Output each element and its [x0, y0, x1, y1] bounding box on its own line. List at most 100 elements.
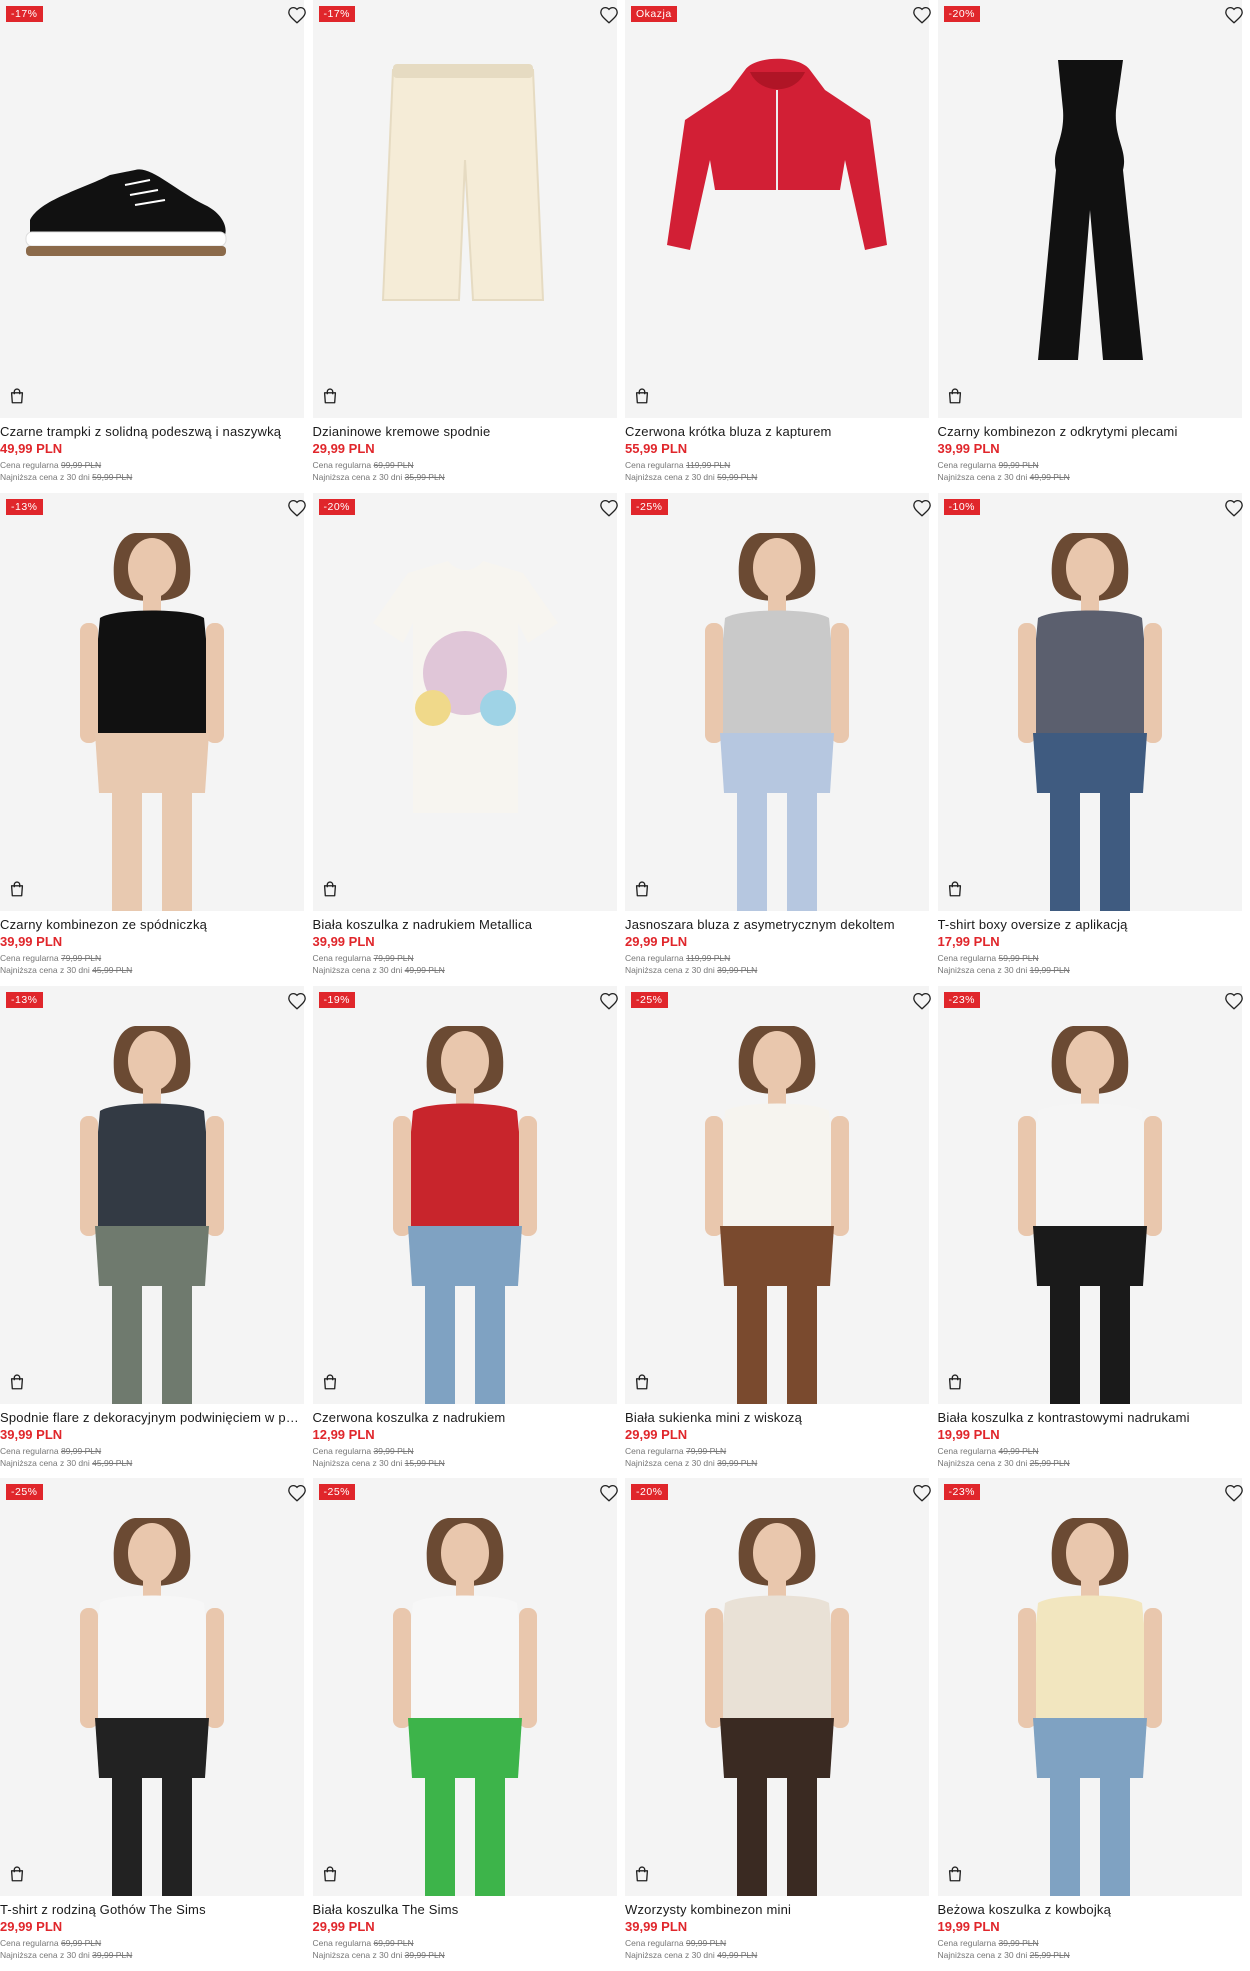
regular-price-label: Cena regularna	[312, 1445, 372, 1456]
product-card[interactable]: -19% Czerwona koszulka z nadrukiem 12,99…	[312, 985, 626, 1479]
discount-badge: -20%	[318, 498, 356, 515]
product-image[interactable]	[0, 492, 304, 911]
shopping-bag-icon[interactable]	[633, 387, 651, 405]
product-card[interactable]: -13% Czarny kombinezon ze spódniczką 39,…	[0, 492, 313, 986]
discount-badge: -20%	[943, 6, 981, 22]
product-image[interactable]	[937, 1478, 1242, 1897]
product-card[interactable]: -20% Biała koszulka z nadrukiem Metallic…	[312, 492, 626, 986]
heart-icon[interactable]	[287, 992, 307, 1010]
product-image[interactable]	[937, 0, 1242, 418]
shopping-bag-icon[interactable]	[321, 880, 339, 898]
shopping-bag-icon[interactable]	[321, 1865, 339, 1883]
heart-icon[interactable]	[599, 499, 619, 517]
product-card[interactable]: -17% Czarne trampki z solidną podeszwą i…	[0, 0, 313, 493]
regular-price: 49,99 PLN	[998, 1445, 1039, 1456]
product-image[interactable]	[0, 985, 304, 1404]
shopping-bag-icon[interactable]	[8, 880, 26, 898]
product-name[interactable]: T-shirt z rodziną Gothów The Sims	[0, 1902, 304, 1918]
product-name[interactable]: Dzianinowe kremowe spodnie	[313, 424, 617, 440]
product-name[interactable]: Czarny kombinezon ze spódniczką	[0, 917, 304, 933]
product-price: 29,99 PLN	[625, 1426, 688, 1442]
regular-price: 79,99 PLN	[373, 952, 414, 963]
product-image[interactable]	[625, 985, 929, 1404]
shopping-bag-icon[interactable]	[633, 880, 651, 898]
product-name[interactable]: T-shirt boxy oversize z aplikacją	[938, 917, 1242, 933]
heart-icon[interactable]	[1224, 499, 1244, 517]
heart-icon[interactable]	[599, 1484, 619, 1502]
product-card[interactable]: Okazja Czerwona krótka bluza z kapturem …	[625, 0, 938, 493]
shopping-bag-icon[interactable]	[633, 1865, 651, 1883]
product-card[interactable]: -25% Biała sukienka mini z wiskozą 29,99…	[625, 985, 938, 1479]
product-card[interactable]: -25% Biała koszulka The Sims 29,99 PLN C…	[312, 1478, 626, 1971]
heart-icon[interactable]	[912, 992, 932, 1010]
shopping-bag-icon[interactable]	[8, 1865, 26, 1883]
product-name[interactable]: Biała koszulka z kontrastowymi nadrukami	[938, 1410, 1242, 1426]
shopping-bag-icon[interactable]	[946, 1373, 964, 1391]
heart-icon[interactable]	[1224, 1484, 1244, 1502]
product-card[interactable]: -23% Beżowa koszulka z kowbojką 19,99 PL…	[937, 1478, 1250, 1971]
heart-icon[interactable]	[599, 992, 619, 1010]
lowest-price-label: Najniższa cena z 30 dni	[937, 964, 1028, 975]
heart-icon[interactable]	[912, 1484, 932, 1502]
lowest-price-line: Najniższa cena z 30 dni 25,99 PLN	[938, 1950, 1242, 1961]
product-name[interactable]: Biała koszulka The Sims	[313, 1902, 617, 1918]
regular-price-label: Cena regularna	[937, 1938, 997, 1949]
shopping-bag-icon[interactable]	[321, 387, 339, 405]
regular-price: 69,99 PLN	[373, 460, 414, 470]
product-image[interactable]	[312, 985, 617, 1404]
product-name[interactable]: Biała sukienka mini z wiskozą	[625, 1410, 929, 1426]
product-price: 19,99 PLN	[937, 1426, 1000, 1442]
product-image[interactable]	[625, 492, 929, 911]
product-image[interactable]	[312, 0, 617, 418]
shopping-bag-icon[interactable]	[946, 387, 964, 405]
lowest-price-label: Najniższa cena z 30 dni	[625, 472, 715, 482]
lowest-price-label: Najniższa cena z 30 dni	[625, 1457, 715, 1468]
product-price: 55,99 PLN	[625, 441, 688, 456]
shopping-bag-icon[interactable]	[633, 1373, 651, 1391]
product-card[interactable]: -23% Biała koszulka z kontrastowymi nadr…	[937, 985, 1250, 1479]
product-image[interactable]	[937, 492, 1242, 911]
heart-icon[interactable]	[1224, 6, 1244, 24]
product-image[interactable]	[312, 492, 617, 911]
product-image[interactable]	[625, 1478, 929, 1897]
product-image[interactable]	[0, 1478, 304, 1897]
product-card[interactable]: -20% Wzorzysty kombinezon mini 39,99 PLN…	[625, 1478, 938, 1971]
regular-price-line: Cena regularna 99,99 PLN	[938, 460, 1242, 471]
heart-icon[interactable]	[912, 499, 932, 517]
shopping-bag-icon[interactable]	[321, 1373, 339, 1391]
regular-price-label: Cena regularna	[937, 1445, 997, 1456]
product-card[interactable]: -17% Dzianinowe kremowe spodnie 29,99 PL…	[312, 0, 626, 493]
heart-icon[interactable]	[912, 6, 932, 24]
lowest-price: 39,99 PLN	[717, 1457, 758, 1468]
heart-icon[interactable]	[287, 6, 307, 24]
shopping-bag-icon[interactable]	[946, 1865, 964, 1883]
shopping-bag-icon[interactable]	[946, 880, 964, 898]
product-name[interactable]: Wzorzysty kombinezon mini	[625, 1902, 929, 1918]
product-name[interactable]: Beżowa koszulka z kowbojką	[938, 1902, 1242, 1918]
product-name[interactable]: Jasnoszara bluza z asymetrycznym dekolte…	[625, 917, 929, 933]
product-name[interactable]: Czarne trampki z solidną podeszwą i nasz…	[0, 424, 304, 440]
shopping-bag-icon[interactable]	[8, 387, 26, 405]
product-price: 49,99 PLN	[0, 441, 63, 456]
shopping-bag-icon[interactable]	[8, 1373, 26, 1391]
product-card[interactable]: -13% Spodnie flare z dekoracyjnym podwin…	[0, 985, 313, 1479]
product-name[interactable]: Spodnie flare z dekoracyjnym podwinięcie…	[0, 1410, 304, 1426]
product-image[interactable]	[625, 0, 929, 418]
product-card[interactable]: -20% Czarny kombinezon z odkrytymi pleca…	[937, 0, 1250, 493]
product-name[interactable]: Czerwona koszulka z nadrukiem	[313, 1410, 617, 1426]
product-name[interactable]: Czarny kombinezon z odkrytymi plecami	[938, 424, 1242, 440]
heart-icon[interactable]	[287, 1484, 307, 1502]
heart-icon[interactable]	[287, 499, 307, 517]
heart-icon[interactable]	[599, 6, 619, 24]
product-image[interactable]	[937, 985, 1242, 1404]
product-card[interactable]: -25% Jasnoszara bluza z asymetrycznym de…	[625, 492, 938, 986]
product-name[interactable]: Czerwona krótka bluza z kapturem	[625, 424, 929, 440]
product-price: 17,99 PLN	[937, 933, 1000, 949]
product-name[interactable]: Biała koszulka z nadrukiem Metallica	[313, 917, 617, 933]
product-image[interactable]	[0, 0, 304, 418]
heart-icon[interactable]	[1224, 992, 1244, 1010]
product-card[interactable]: -25% T-shirt z rodziną Gothów The Sims 2…	[0, 1478, 313, 1971]
product-card[interactable]: -10% T-shirt boxy oversize z aplikacją 1…	[937, 492, 1250, 986]
discount-badge: -25%	[318, 1484, 356, 1501]
product-image[interactable]	[312, 1478, 617, 1897]
